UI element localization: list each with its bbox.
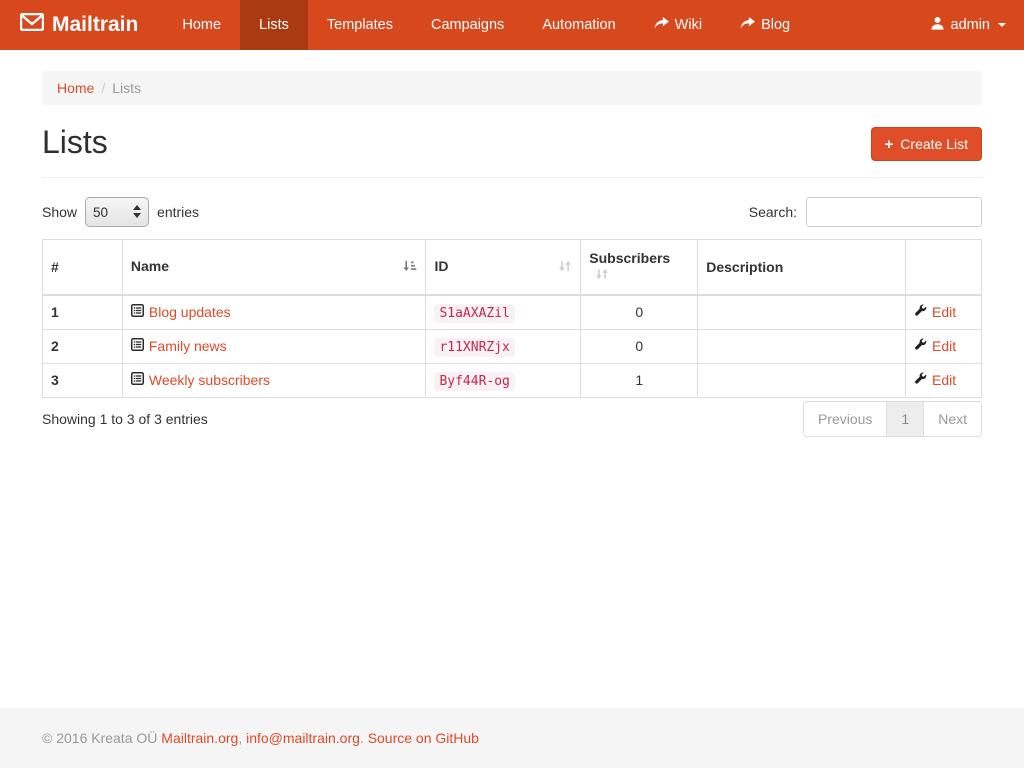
edit-link[interactable]: Edit — [914, 338, 956, 354]
subscribers-count: 0 — [581, 295, 698, 330]
list-name-cell: Blog updates — [122, 295, 426, 330]
page-length-control: Show 50 entries — [42, 197, 199, 227]
table-controls: Show 50 entries Search: — [42, 197, 982, 227]
list-id-cell: r11XNRZjx — [426, 329, 581, 363]
entries-summary: Showing 1 to 3 of 3 entries — [42, 411, 208, 427]
list-link[interactable]: Weekly subscribers — [131, 372, 270, 388]
nav-item-home[interactable]: Home — [163, 0, 240, 50]
column-header-actions — [906, 240, 982, 295]
column-header-num[interactable]: # — [43, 240, 123, 295]
list-id: S1aAXAZil — [434, 304, 514, 323]
list-link[interactable]: Blog updates — [131, 304, 231, 320]
user-label: admin — [951, 17, 991, 33]
column-header-id[interactable]: ID — [426, 240, 581, 295]
list-link[interactable]: Family news — [131, 338, 227, 354]
subscribers-count: 0 — [581, 329, 698, 363]
footer-site-link[interactable]: Mailtrain.org — [161, 730, 238, 746]
breadcrumb: Home / Lists — [42, 71, 982, 105]
column-header-name[interactable]: Name — [122, 240, 426, 295]
list-id: r11XNRZjx — [434, 338, 514, 357]
actions-cell: Edit — [906, 329, 982, 363]
page-length-value: 50 — [93, 205, 108, 220]
wrench-icon — [914, 304, 927, 320]
description-cell — [698, 295, 906, 330]
footer-email-link[interactable]: info@mailtrain.org — [246, 730, 360, 746]
navbar: Mailtrain Home Lists Templates Campaigns… — [0, 0, 1024, 50]
pagination: Previous 1 Next — [803, 401, 982, 437]
list-name-cell: Family news — [122, 329, 426, 363]
caret-down-icon — [998, 23, 1006, 27]
row-number: 3 — [43, 363, 123, 397]
table-header-row: # Name ID Subscribers — [43, 240, 982, 295]
list-alt-icon — [131, 372, 144, 388]
row-number: 2 — [43, 329, 123, 363]
user-icon — [930, 16, 945, 35]
lists-table: # Name ID Subscribers — [42, 239, 982, 398]
sort-asc-icon — [403, 259, 417, 276]
external-arrow-icon — [740, 17, 755, 34]
list-name-cell: Weekly subscribers — [122, 363, 426, 397]
search-label: Search: — [749, 204, 797, 220]
table-row: 1 Blog updates S1aAXAZil 0 — [43, 295, 982, 330]
nav-item-blog[interactable]: Blog — [721, 0, 809, 50]
external-arrow-icon — [654, 17, 669, 34]
wrench-icon — [914, 338, 927, 354]
nav-item-wiki[interactable]: Wiki — [635, 0, 721, 50]
row-number: 1 — [43, 295, 123, 330]
list-id-cell: Byf44R-og — [426, 363, 581, 397]
actions-cell: Edit — [906, 363, 982, 397]
search-input[interactable] — [806, 197, 982, 227]
main-content: Home / Lists Lists + Create List Show 50 e… — [27, 50, 997, 437]
description-cell — [698, 329, 906, 363]
select-stepper-icon — [133, 205, 141, 218]
subscribers-count: 1 — [581, 363, 698, 397]
create-list-button[interactable]: + Create List — [871, 127, 982, 161]
sort-both-icon — [558, 259, 572, 276]
main-nav: Home Lists Templates Campaigns Automatio… — [163, 0, 809, 50]
column-header-description[interactable]: Description — [698, 240, 906, 295]
show-label: Show — [42, 204, 77, 220]
actions-cell: Edit — [906, 295, 982, 330]
entries-label: entries — [157, 204, 199, 220]
table-footer: Showing 1 to 3 of 3 entries Previous 1 N… — [42, 401, 982, 437]
sort-both-icon — [595, 267, 609, 284]
nav-item-automation[interactable]: Automation — [523, 0, 634, 50]
pagination-page-1[interactable]: 1 — [886, 401, 924, 437]
list-alt-icon — [131, 304, 144, 320]
edit-link[interactable]: Edit — [914, 304, 956, 320]
brand-label: Mailtrain — [52, 13, 138, 37]
edit-link[interactable]: Edit — [914, 372, 956, 388]
table-row: 2 Family news r11XNRZjx 0 — [43, 329, 982, 363]
nav-item-campaigns[interactable]: Campaigns — [412, 0, 523, 50]
footer-source-link[interactable]: Source on GitHub — [368, 730, 479, 746]
list-id-cell: S1aAXAZil — [426, 295, 581, 330]
pagination-next[interactable]: Next — [923, 401, 982, 437]
description-cell — [698, 363, 906, 397]
envelope-icon — [20, 13, 44, 37]
page-title: Lists — [42, 125, 108, 160]
search-control: Search: — [749, 197, 982, 227]
user-menu[interactable]: admin — [912, 0, 1024, 50]
wrench-icon — [914, 372, 927, 388]
table-row: 3 Weekly subscribers Byf44R-og 1 — [43, 363, 982, 397]
pagination-previous[interactable]: Previous — [803, 401, 887, 437]
nav-item-lists[interactable]: Lists — [240, 0, 308, 50]
column-header-subscribers[interactable]: Subscribers — [581, 240, 698, 295]
list-id: Byf44R-og — [434, 372, 514, 391]
breadcrumb-separator: / — [101, 80, 105, 96]
plus-icon: + — [885, 137, 894, 152]
list-alt-icon — [131, 338, 144, 354]
breadcrumb-current: Lists — [112, 80, 141, 96]
breadcrumb-home-link[interactable]: Home — [57, 80, 94, 96]
page-header: Lists + Create List — [42, 125, 982, 178]
page-length-select[interactable]: 50 — [85, 197, 149, 227]
brand[interactable]: Mailtrain — [15, 0, 153, 50]
nav-item-templates[interactable]: Templates — [308, 0, 412, 50]
copyright-text: © 2016 Kreata OÜ — [42, 730, 157, 746]
footer: © 2016 Kreata OÜ Mailtrain.org, info@mai… — [0, 708, 1024, 768]
